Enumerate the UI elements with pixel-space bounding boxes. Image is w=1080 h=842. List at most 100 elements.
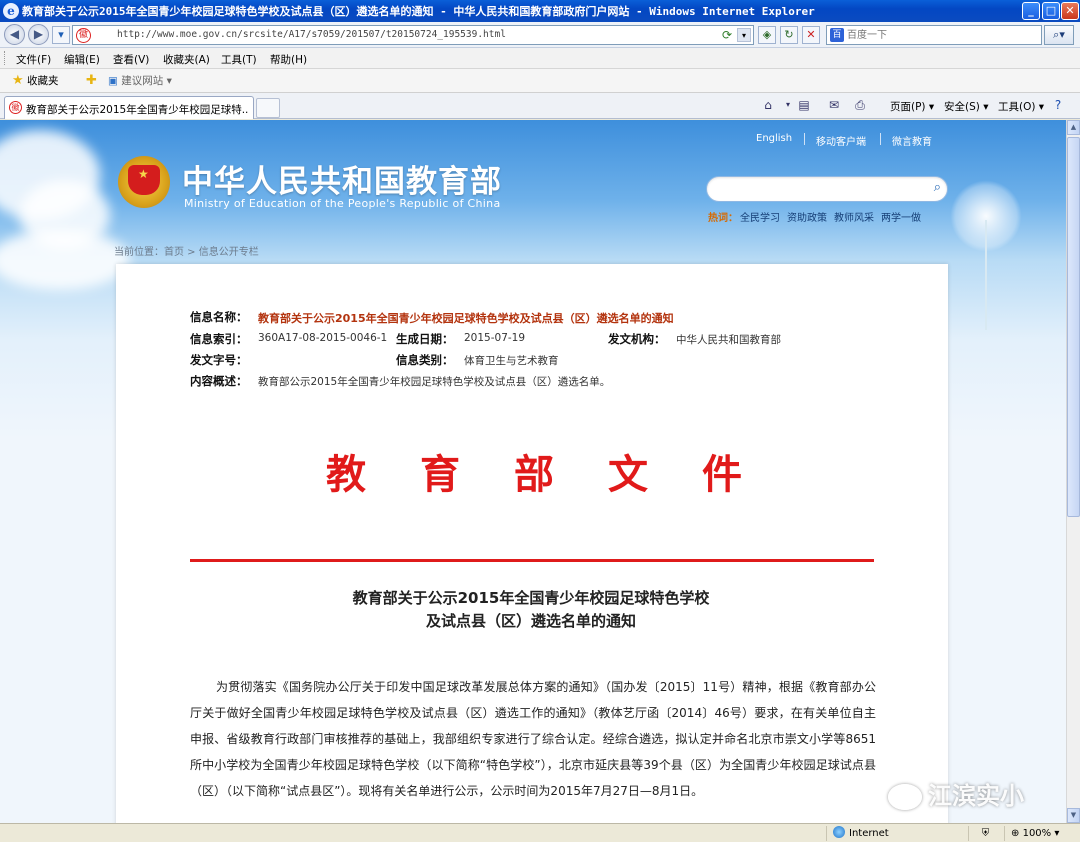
hot-words-label: 热词：	[708, 213, 738, 224]
meta-index-value: 360A17-08-2015-0046-1	[258, 332, 388, 344]
baidu-icon: 百	[830, 28, 844, 42]
menu-tools[interactable]: 工具(T)	[221, 52, 257, 67]
meta-category-value: 体育卫生与艺术教育	[464, 355, 559, 367]
document-title: 教育部关于公示2015年全国青少年校园足球特色学校 及试点县（区）遴选名单的通知	[352, 589, 710, 630]
minimize-button[interactable]: _	[1022, 2, 1040, 20]
emblem-star-icon: ★	[138, 167, 149, 181]
menu-help[interactable]: 帮助(H)	[270, 52, 307, 67]
red-divider	[190, 559, 874, 562]
dandelion-decoration	[940, 160, 1050, 330]
address-toolbar: ◀ ▶ ▾ 徽 http://www.moe.gov.cn/srcsite/A1…	[0, 22, 1080, 48]
internet-explorer-icon: e	[3, 3, 19, 19]
menu-bar: 文件(F) 编辑(E) 查看(V) 收藏夹(A) 工具(T) 帮助(H)	[0, 48, 1080, 69]
menu-file[interactable]: 文件(F)	[16, 52, 51, 67]
menu-edit[interactable]: 编辑(E)	[64, 52, 100, 67]
url-text[interactable]: http://www.moe.gov.cn/srcsite/A17/s7059/…	[117, 29, 506, 40]
meta-name-label: 信息名称：	[190, 310, 248, 324]
scroll-down-arrow[interactable]: ▼	[1067, 808, 1080, 823]
search-box[interactable]: 百	[826, 25, 1042, 45]
link-separator	[804, 133, 805, 145]
tab-favicon: 徽	[9, 101, 22, 114]
suggested-sites-label: 建议网站 ▾	[121, 75, 172, 87]
favorites-button[interactable]: ★ 收藏夹	[12, 73, 59, 88]
safety-menu[interactable]: 安全(S) ▾	[944, 99, 988, 114]
read-mail-icon[interactable]: ✉	[826, 97, 842, 113]
site-name-cn: 中华人民共和国教育部	[182, 164, 502, 200]
meta-docno-label: 发文字号：	[190, 353, 248, 367]
meta-summary-label: 内容概述：	[190, 374, 248, 388]
tab-bar: 徽 教育部关于公示2015年全国青少年校园足球特... ⌂ ▾ ▤ ✉ ⎙ 页面…	[0, 93, 1080, 119]
add-favorites-button[interactable]: ✚	[86, 73, 97, 88]
star-icon: ★	[12, 73, 24, 88]
document-body: 为贯彻落实《国务院办公厅关于印发中国足球改革发展总体方案的通知》（国办发〔201…	[190, 680, 876, 798]
back-button[interactable]: ◀	[4, 24, 25, 45]
meta-date-label: 生成日期：	[396, 332, 454, 346]
link-mobile-client[interactable]: 移动客户端	[816, 133, 866, 148]
hot-word-link[interactable]: 两学一做	[881, 209, 921, 224]
search-button[interactable]: ⌕▾	[1044, 25, 1074, 45]
compatibility-view-icon[interactable]: ⟳	[719, 27, 735, 43]
favorites-label: 收藏夹	[27, 75, 59, 87]
zoom-level[interactable]: ⊕ 100% ▾	[1004, 826, 1066, 841]
print-icon[interactable]: ⎙	[852, 97, 868, 113]
site-search-box[interactable]: ⌕	[706, 176, 948, 202]
home-icon[interactable]: ⌂	[760, 97, 776, 113]
window-title-bar: e 教育部关于公示2015年全国青少年校园足球特色学校及试点县（区）遴选名单的通…	[0, 0, 1080, 22]
search-input[interactable]	[847, 28, 1037, 42]
scroll-thumb[interactable]	[1067, 137, 1080, 517]
home-dropdown-icon[interactable]: ▾	[780, 97, 796, 113]
meta-date-value: 2015-07-19	[464, 332, 526, 344]
stop-icon[interactable]: ✕	[802, 26, 820, 44]
security-zone[interactable]: Internet	[826, 826, 966, 841]
globe-icon	[833, 826, 845, 838]
tab-active[interactable]: 徽 教育部关于公示2015年全国青少年校园足球特...	[4, 96, 254, 119]
national-emblem-logo: ★	[118, 156, 170, 208]
menu-favorites[interactable]: 收藏夹(A)	[163, 52, 210, 67]
link-separator	[880, 133, 881, 145]
address-dropdown[interactable]: ▾	[737, 28, 751, 42]
meta-issuer-label: 发文机构：	[608, 332, 666, 346]
watermark: 江滨实小	[888, 776, 1024, 816]
page-menu[interactable]: 页面(P) ▾	[890, 99, 934, 114]
tab-label: 教育部关于公示2015年全国青少年校园足球特...	[26, 104, 248, 116]
hot-word-link[interactable]: 全民学习	[740, 209, 780, 224]
scroll-up-arrow[interactable]: ▲	[1067, 120, 1080, 135]
meta-issuer-value: 中华人民共和国教育部	[676, 334, 781, 346]
cloud-decoration	[0, 230, 130, 290]
recent-pages-dropdown[interactable]: ▾	[52, 26, 70, 44]
maximize-button[interactable]: □	[1042, 2, 1060, 20]
link-english[interactable]: English	[756, 133, 792, 144]
menu-view[interactable]: 查看(V)	[113, 52, 149, 67]
site-name-en: Ministry of Education of the People's Re…	[184, 197, 501, 210]
refresh-icon[interactable]: ↻	[780, 26, 798, 44]
status-bar: Internet ⛨ ⊕ 100% ▾	[0, 823, 1080, 842]
meta-index-label: 信息索引：	[190, 332, 248, 346]
suggested-sites-button[interactable]: ▣ 建议网站 ▾	[108, 73, 172, 88]
document-panel: 信息名称： 教育部关于公示2015年全国青少年校园足球特色学校及试点县（区）遴选…	[116, 264, 948, 823]
toolbar-grip	[4, 51, 7, 65]
rss-icon[interactable]: ◈	[758, 26, 776, 44]
favorites-bar: ★ 收藏夹 ✚ ▣ 建议网站 ▾	[0, 69, 1080, 93]
new-tab-button[interactable]	[256, 98, 280, 118]
meta-summary-value: 教育部公示2015年全国青少年校园足球特色学校及试点县（区）遴选名单。	[258, 376, 611, 388]
hot-word-link[interactable]: 资助政策	[787, 209, 827, 224]
tools-menu[interactable]: 工具(O) ▾	[998, 99, 1044, 114]
site-favicon: 徽	[76, 28, 91, 43]
help-icon[interactable]: ?	[1050, 97, 1066, 113]
wechat-icon	[888, 784, 922, 810]
feeds-icon[interactable]: ▤	[796, 97, 812, 113]
web-slice-icon: ▣	[108, 75, 118, 87]
page-content: ★ 中华人民共和国教育部 Ministry of Education of th…	[0, 120, 1066, 823]
protected-mode-icon[interactable]: ⛨	[968, 826, 1002, 841]
window-title: 教育部关于公示2015年全国青少年校园足球特色学校及试点县（区）遴选名单的通知 …	[22, 5, 815, 18]
address-bar[interactable]: 徽 http://www.moe.gov.cn/srcsite/A17/s705…	[72, 25, 754, 45]
meta-name-value: 教育部关于公示2015年全国青少年校园足球特色学校及试点县（区）遴选名单的通知	[258, 312, 674, 325]
breadcrumb[interactable]: 当前位置：首页 > 信息公开专栏	[114, 243, 259, 258]
hot-word-link[interactable]: 教师风采	[834, 209, 874, 224]
close-button[interactable]: ✕	[1061, 2, 1079, 20]
zoom-icon: ⊕	[1011, 828, 1020, 839]
forward-button[interactable]: ▶	[28, 24, 49, 45]
vertical-scrollbar[interactable]: ▲ ▼	[1066, 120, 1080, 823]
red-document-heading: 教育部文件	[326, 451, 742, 498]
link-weiyan[interactable]: 微言教育	[892, 133, 932, 148]
